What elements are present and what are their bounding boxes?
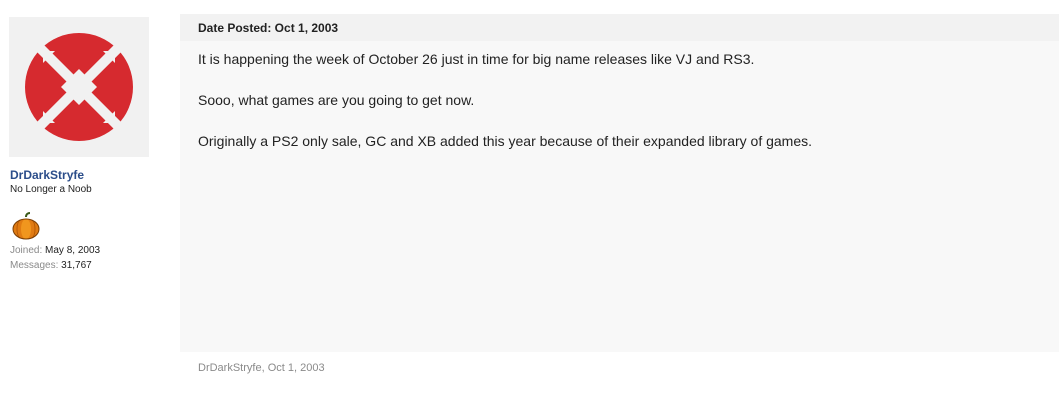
- messages-value[interactable]: 31,767: [61, 260, 92, 271]
- forum-post: DrDarkStryfe No Longer a Noob Joined: Ma…: [0, 0, 1059, 401]
- messages-info: Messages: 31,767: [10, 260, 92, 271]
- message-content: Date Posted: Oct 1, 2003 It is happening…: [180, 14, 1059, 352]
- message-paragraph: Sooo, what games are you going to get no…: [198, 92, 475, 108]
- message-body: It is happening the week of October 26 j…: [198, 49, 1048, 172]
- joined-info: Joined: May 8, 2003: [10, 245, 100, 256]
- avatar[interactable]: [9, 17, 149, 157]
- message-paragraph: Originally a PS2 only sale, GC and XB ad…: [198, 133, 813, 149]
- footer-author-link[interactable]: DrDarkStryfe: [198, 362, 262, 374]
- pumpkin-icon[interactable]: [11, 211, 41, 241]
- user-panel: DrDarkStryfe No Longer a Noob Joined: Ma…: [0, 0, 165, 401]
- joined-value: May 8, 2003: [45, 245, 101, 256]
- ign-logo-icon: [9, 17, 149, 157]
- joined-label: Joined:: [10, 245, 43, 256]
- date-posted: Date Posted: Oct 1, 2003: [198, 21, 339, 35]
- post-footer: DrDarkStryfe, Oct 1, 2003: [198, 362, 325, 374]
- messages-label: Messages:: [10, 260, 59, 271]
- message-paragraph: It is happening the week of October 26 j…: [198, 51, 755, 67]
- username-link[interactable]: DrDarkStryfe: [10, 168, 84, 182]
- date-header: Date Posted: Oct 1, 2003: [180, 14, 1059, 41]
- user-title: No Longer a Noob: [10, 184, 92, 195]
- footer-date[interactable]: Oct 1, 2003: [268, 362, 325, 374]
